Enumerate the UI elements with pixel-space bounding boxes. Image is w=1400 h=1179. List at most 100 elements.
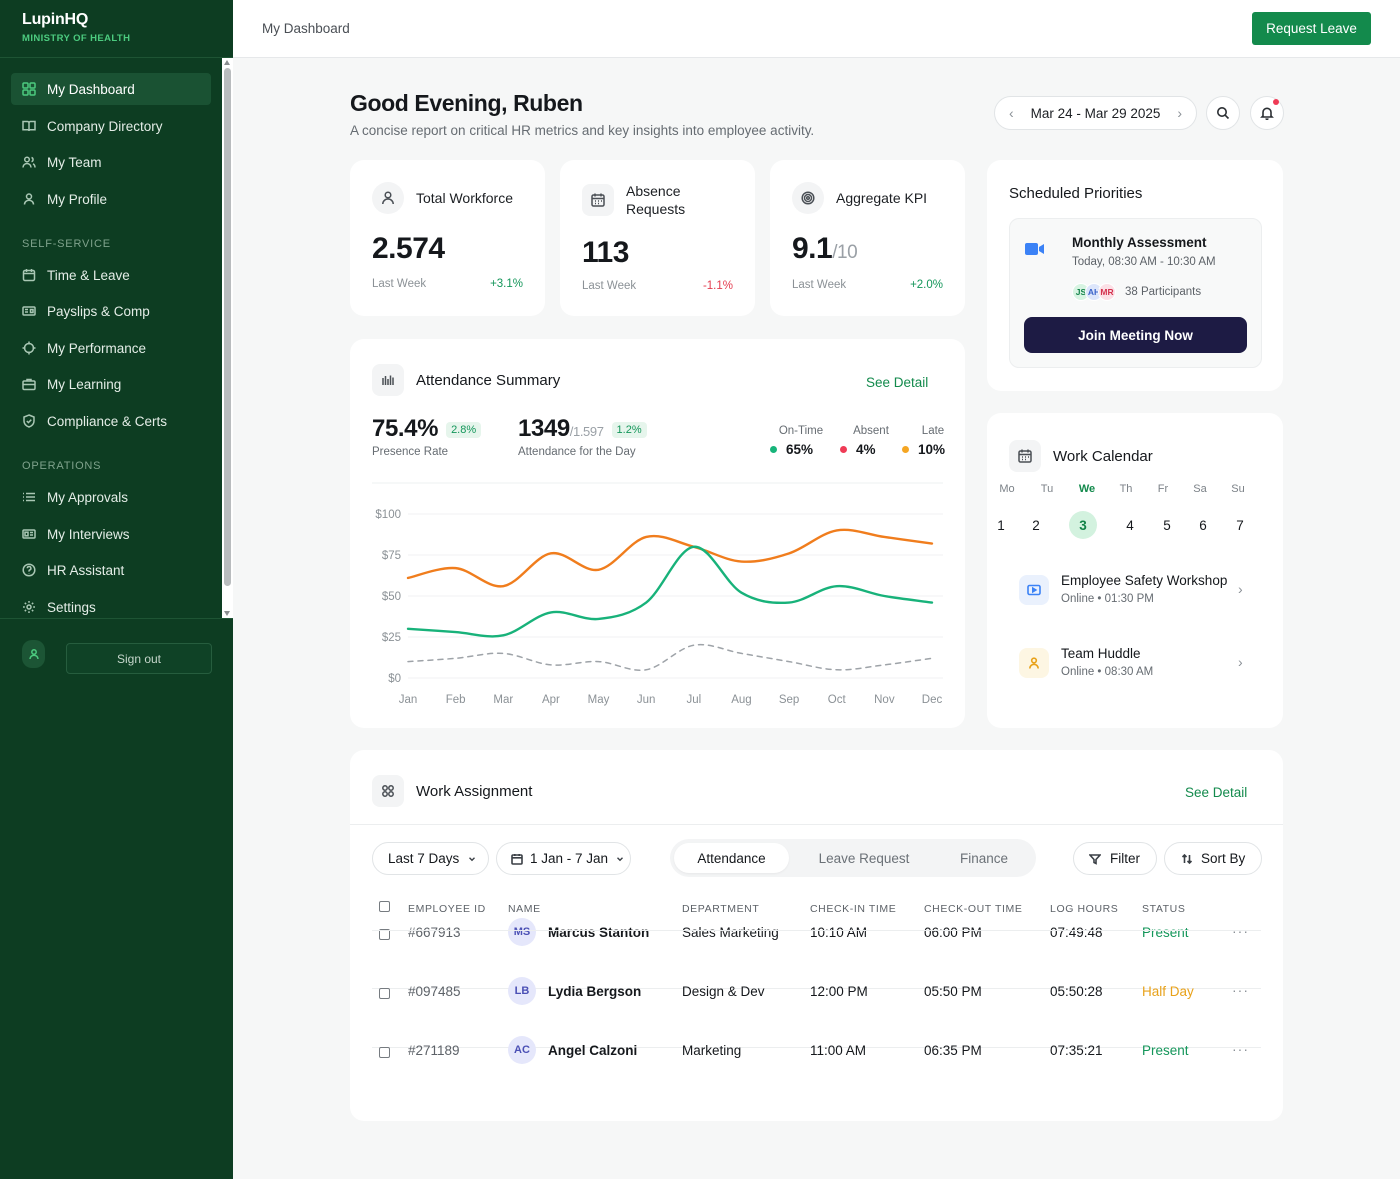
sidebar-item-time-leave[interactable]: Time & Leave [11,259,211,291]
y-tick-label: $100 [375,509,401,521]
chevron-down-icon [617,856,624,861]
employee-name[interactable]: Angel Calzoni [548,1043,637,1058]
tab-attendance[interactable]: Attendance [674,843,789,873]
x-tick-label: Mar [493,694,513,706]
sidebar-item-my-dashboard[interactable]: My Dashboard [11,73,211,105]
calendar-day[interactable]: 2 [1022,511,1050,539]
sidebar-item-hr-assistant[interactable]: HR Assistant [11,554,211,586]
date-select[interactable]: 1 Jan - 7 Jan [496,842,631,875]
target-icon [22,341,36,355]
row-checkbox[interactable] [379,988,390,999]
avatar[interactable] [22,640,45,668]
column-header-name[interactable]: NAME [508,903,541,915]
card-title: Work Calendar [1053,447,1153,465]
breadcrumb[interactable]: My Dashboard [262,21,350,36]
meeting-item[interactable]: Monthly Assessment Today, 08:30 AM - 10:… [1009,218,1262,368]
employee-name[interactable]: Marcus Stanton [548,925,649,940]
sidebar-item-my-approvals[interactable]: My Approvals [11,481,211,513]
sidebar-scrollbar[interactable] [222,58,233,618]
view-tabs: Attendance Leave Request Finance [670,839,1036,877]
stat-period: Last Week [372,278,427,290]
sidebar-item-my-interviews[interactable]: My Interviews [11,518,211,550]
kpi-value: 9.1 [792,232,833,265]
event-item[interactable]: Employee Safety Workshop Online • 01:30 … [1019,570,1249,610]
filter-icon [1089,853,1101,865]
notifications-button[interactable] [1250,96,1284,130]
calendar-day[interactable]: 3 [1069,511,1097,539]
see-detail-link[interactable]: See Detail [1185,785,1247,800]
join-meeting-button[interactable]: Join Meeting Now [1024,317,1247,353]
meeting-title: Monthly Assessment [1072,235,1207,250]
sidebar-item-my-learning[interactable]: My Learning [11,368,211,400]
calendar-day[interactable]: 1 [987,511,1015,539]
weekday-label: We [1078,483,1096,495]
more-options-icon[interactable]: ··· [1232,923,1249,939]
brand-org: MINISTRY OF HEALTH [22,33,131,44]
date-range-picker[interactable]: ‹ Mar 24 - Mar 29 2025 › [994,96,1197,130]
sidebar-item-compliance[interactable]: Compliance & Certs [11,405,211,437]
filter-button[interactable]: Filter [1073,842,1157,875]
more-options-icon[interactable]: ··· [1232,982,1249,998]
card-title: Scheduled Priorities [1009,185,1143,202]
status-badge: Present [1142,925,1189,940]
chevron-left-icon[interactable]: ‹ [1009,105,1014,121]
column-header-log-hours[interactable]: LOG HOURS [1050,903,1118,915]
chevron-right-icon[interactable]: › [1177,105,1182,121]
more-options-icon[interactable]: ··· [1232,1041,1249,1057]
calendar-day[interactable]: 6 [1189,511,1217,539]
sidebar-item-my-performance[interactable]: My Performance [11,332,211,364]
range-select[interactable]: Last 7 Days [372,842,489,875]
x-tick-label: Sep [779,694,799,706]
scheduled-priorities-card: Scheduled Priorities Monthly Assessment … [987,160,1283,391]
user-icon [372,182,404,214]
kpi-of: /10 [832,242,858,263]
column-header-status[interactable]: STATUS [1142,903,1185,915]
department: Sales Marketing [682,925,779,940]
participants[interactable]: JS AH MR 38 Participants [1072,283,1201,301]
apps-icon [372,775,404,807]
column-header-check-out[interactable]: CHECK-OUT TIME [924,903,1022,915]
avatar: AC [508,1036,536,1064]
stat-label: Absence [626,183,681,199]
sort-button[interactable]: Sort By [1164,842,1262,875]
date-label: 1 Jan - 7 Jan [530,851,609,866]
sidebar-item-payslips[interactable]: Payslips & Comp [11,295,211,327]
sign-out-button[interactable]: Sign out [66,643,212,674]
shield-icon [22,414,36,428]
greeting: Good Evening, Ruben A concise report on … [350,90,814,138]
chevron-down-icon [469,856,476,861]
column-header-employee-id[interactable]: EMPLOYEE ID [408,903,486,915]
tab-finance[interactable]: Finance [935,843,1033,873]
scrollbar-thumb[interactable] [224,68,231,586]
request-leave-button[interactable]: Request Leave [1252,12,1371,45]
search-button[interactable] [1206,96,1240,130]
event-item[interactable]: Team Huddle Online • 08:30 AM › [1019,643,1249,683]
x-tick-label: Aug [731,694,751,706]
sidebar-item-label: Settings [47,599,96,615]
tab-leave-request[interactable]: Leave Request [800,843,928,873]
calendar-day[interactable]: 4 [1116,511,1144,539]
stat-value: 9.1/10 [792,232,858,266]
divider [350,824,1283,825]
scroll-up-icon[interactable] [224,60,230,65]
row-checkbox[interactable] [379,1047,390,1058]
calendar-day[interactable]: 5 [1153,511,1181,539]
sidebar: LupinHQ MINISTRY OF HEALTH My Dashboard … [0,0,233,1179]
employee-id: #271189 [408,1043,460,1058]
column-header-check-in[interactable]: CHECK-IN TIME [810,903,896,915]
sidebar-item-my-team[interactable]: My Team [11,146,211,178]
log-hours: 07:49:48 [1050,925,1103,940]
select-all-checkbox[interactable] [379,901,390,912]
date-range-label: Mar 24 - Mar 29 2025 [1030,105,1161,121]
event-title: Employee Safety Workshop [1061,573,1228,588]
sidebar-divider [0,618,233,619]
sidebar-item-my-profile[interactable]: My Profile [11,183,211,215]
brand[interactable]: LupinHQ MINISTRY OF HEALTH [22,11,130,44]
scroll-down-icon[interactable] [224,611,230,616]
column-header-department[interactable]: DEPARTMENT [682,903,759,915]
aggregate-kpi-card: Aggregate KPI 9.1/10 Last Week +2.0% [770,160,965,316]
sidebar-item-company-directory[interactable]: Company Directory [11,110,211,142]
calendar-day[interactable]: 7 [1226,511,1254,539]
department: Marketing [682,1043,742,1058]
employee-name[interactable]: Lydia Bergson [548,984,641,999]
